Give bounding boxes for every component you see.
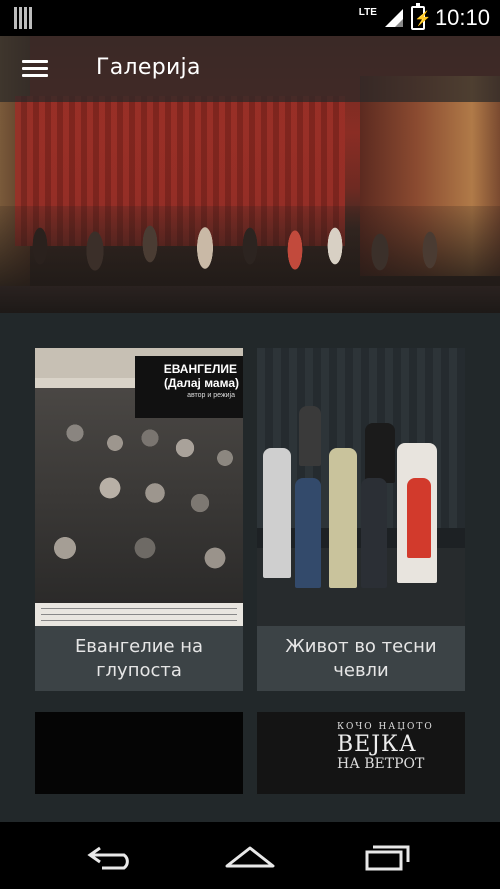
notification-bars-icon: [14, 7, 34, 29]
signal-icon: [384, 9, 403, 27]
network-type: LTE: [358, 6, 377, 18]
gallery-item-3[interactable]: [35, 712, 243, 794]
poster-subtitle: НА ВЕТРОТ: [337, 756, 425, 772]
poster-title: ВЕЈКА: [337, 732, 417, 757]
gallery-item-caption: Живот во тесни чевли: [285, 635, 437, 681]
poster-image: КОЧО НАЏОТО ВЕЈКА НА ВЕТРОТ: [257, 712, 465, 794]
poster-image: [35, 712, 243, 794]
navigation-bar: [0, 822, 500, 889]
battery-charging-icon: ⚡: [410, 3, 431, 30]
poster-author: КОЧО НАЏОТО: [337, 722, 434, 732]
gallery-grid: ЕВАНГЕЛИЕ (Далај мама) автор и режија Ев…: [0, 313, 500, 822]
poster-subtitle: (Далај мама): [164, 376, 239, 390]
app-bar: Галерија: [0, 36, 500, 102]
gallery-item-vejka[interactable]: КОЧО НАЏОТО ВЕЈКА НА ВЕТРОТ: [257, 712, 465, 794]
clock: 10:10: [434, 5, 490, 30]
poster-title: ЕВАНГЕЛИЕ: [163, 362, 237, 376]
recent-apps-icon[interactable]: [364, 840, 414, 872]
home-icon[interactable]: [225, 840, 275, 872]
poster-credit: автор и режија: [187, 392, 235, 399]
stage-photo: [257, 348, 465, 626]
back-icon[interactable]: [86, 840, 136, 872]
gallery-item-zivot[interactable]: Живот во тесни чевли: [257, 348, 465, 691]
gallery-item-evangelie[interactable]: ЕВАНГЕЛИЕ (Далај мама) автор и режија Ев…: [35, 348, 243, 691]
page-title: Галерија: [96, 55, 201, 80]
gallery-item-caption: Евангелие на глупоста: [74, 635, 204, 681]
poster-image: ЕВАНГЕЛИЕ (Далај мама) автор и режија: [35, 348, 243, 626]
status-bar: LTE ⚡ 10:10: [0, 0, 500, 36]
hamburger-menu-icon[interactable]: [22, 60, 48, 78]
